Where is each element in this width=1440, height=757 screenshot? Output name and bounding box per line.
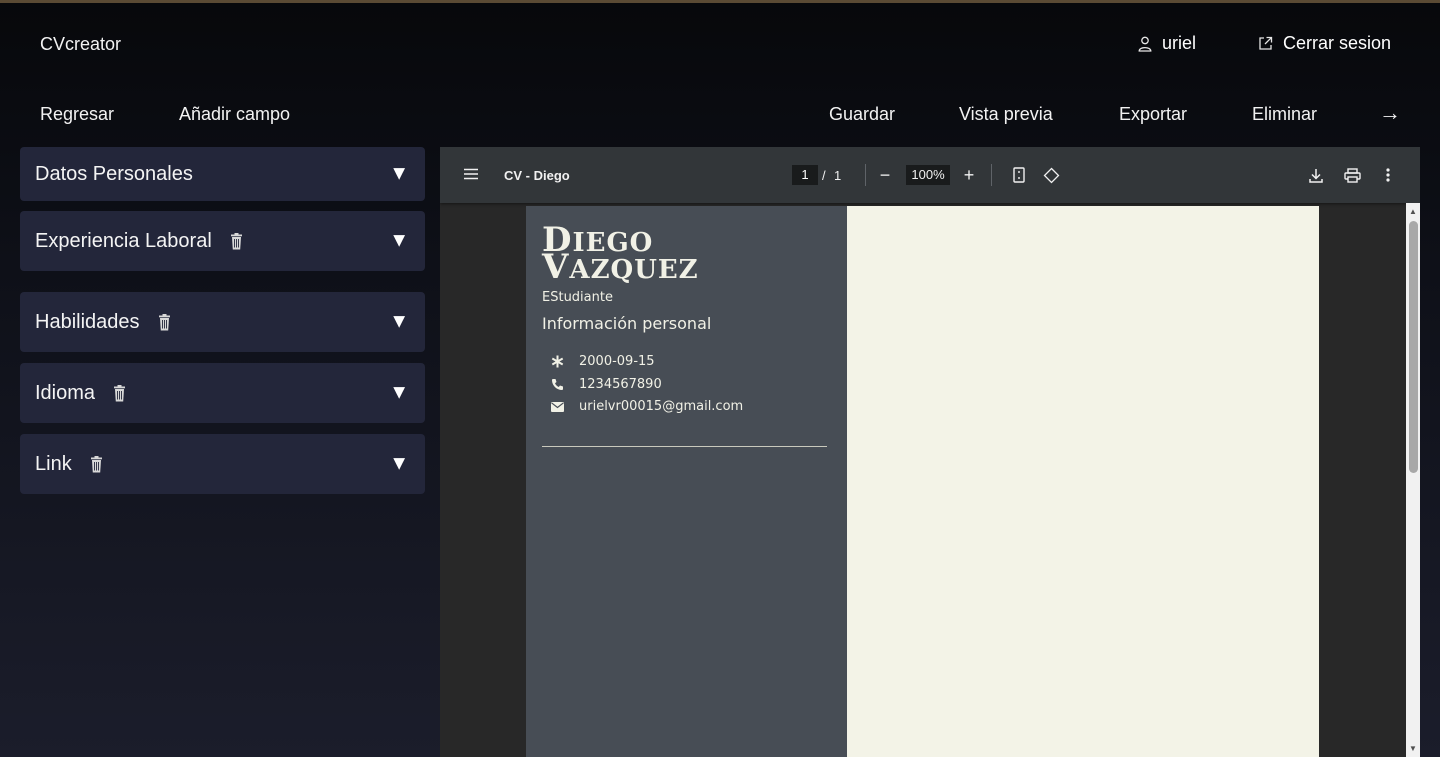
pdf-title: CV - Diego [504, 168, 570, 183]
page-number-input[interactable]: 1 [792, 165, 818, 185]
chevron-down-icon[interactable]: ▼ [389, 453, 409, 476]
section-label: Habilidades [35, 310, 140, 333]
section-idioma[interactable]: Idioma ▼ [20, 363, 425, 423]
cv-section-title: Información personal [542, 314, 712, 333]
user-name: uriel [1162, 33, 1197, 53]
scroll-down-icon[interactable]: ▼ [1409, 744, 1417, 753]
cv-page: DIEGO VAZQUEZ EStudiante Información per… [526, 206, 1319, 757]
section-link[interactable]: Link ▼ [20, 434, 425, 494]
section-datos-personales[interactable]: Datos Personales ▼ [20, 147, 425, 201]
fit-page-icon[interactable] [1009, 165, 1029, 185]
chevron-down-icon[interactable]: ▼ [389, 163, 409, 186]
brand-logo[interactable]: CVcreator [40, 34, 121, 55]
external-link-icon [1259, 36, 1273, 50]
more-options-icon[interactable] [1378, 165, 1398, 185]
cv-birthdate: 2000-09-15 [550, 354, 655, 369]
zoom-out-button[interactable]: − [875, 165, 895, 185]
trash-icon[interactable] [230, 232, 243, 250]
pdf-toolbar: CV - Diego 1 / 1 − 100% + [440, 147, 1420, 203]
app-header: CVcreator uriel Cerrar sesion [0, 3, 1440, 83]
print-icon[interactable] [1342, 165, 1362, 185]
section-label: Datos Personales [35, 162, 193, 185]
user-icon [1138, 36, 1152, 52]
menu-icon[interactable] [463, 167, 479, 181]
pdf-viewer: CV - Diego 1 / 1 − 100% + DIEGO VAZQUEZ … [440, 147, 1420, 757]
toolbar-divider [865, 164, 866, 186]
scroll-up-icon[interactable]: ▲ [1409, 207, 1417, 216]
envelope-icon [550, 401, 564, 412]
section-habilidades[interactable]: Habilidades ▼ [20, 292, 425, 352]
pdf-scrollbar[interactable]: ▲ ▼ [1406, 203, 1420, 757]
cv-sidebar: DIEGO VAZQUEZ EStudiante Información per… [526, 206, 847, 757]
delete-button[interactable]: Eliminar [1252, 104, 1317, 125]
export-button[interactable]: Exportar [1119, 104, 1187, 125]
add-field-button[interactable]: Añadir campo [179, 104, 290, 125]
section-label: Link [35, 452, 72, 475]
trash-icon[interactable] [113, 384, 126, 402]
page-separator: / [822, 168, 826, 183]
toolbar-divider [991, 164, 992, 186]
page-total: 1 [834, 168, 842, 183]
zoom-in-button[interactable]: + [959, 165, 979, 185]
user-menu[interactable]: uriel [1138, 33, 1196, 54]
phone-icon [550, 378, 564, 391]
logout-label: Cerrar sesion [1283, 33, 1392, 53]
trash-icon[interactable] [90, 455, 103, 473]
save-button[interactable]: Guardar [829, 104, 895, 125]
editor-toolbar: Regresar Añadir campo Guardar Vista prev… [0, 95, 1440, 135]
cv-phone: 1234567890 [550, 377, 662, 392]
cv-divider [542, 446, 827, 447]
cv-last-name: VAZQUEZ [542, 247, 699, 287]
rotate-icon[interactable] [1041, 165, 1061, 185]
cv-role: EStudiante [542, 290, 613, 305]
logout-button[interactable]: Cerrar sesion [1258, 33, 1391, 54]
section-label: Idioma [35, 381, 96, 404]
chevron-down-icon[interactable]: ▼ [389, 382, 409, 405]
cv-email: urielvr00015@gmail.com [550, 399, 743, 414]
section-label: Experiencia Laboral [35, 229, 212, 252]
asterisk-icon [550, 355, 564, 368]
section-experiencia-laboral[interactable]: Experiencia Laboral ▼ [20, 211, 425, 271]
download-icon[interactable] [1306, 165, 1326, 185]
chevron-down-icon[interactable]: ▼ [389, 230, 409, 253]
scrollbar-thumb[interactable] [1409, 221, 1418, 473]
next-arrow-button[interactable]: → [1379, 100, 1401, 126]
trash-icon[interactable] [158, 313, 171, 331]
zoom-input[interactable]: 100% [906, 165, 950, 185]
chevron-down-icon[interactable]: ▼ [389, 311, 409, 334]
back-button[interactable]: Regresar [40, 104, 114, 125]
preview-button[interactable]: Vista previa [959, 104, 1053, 125]
